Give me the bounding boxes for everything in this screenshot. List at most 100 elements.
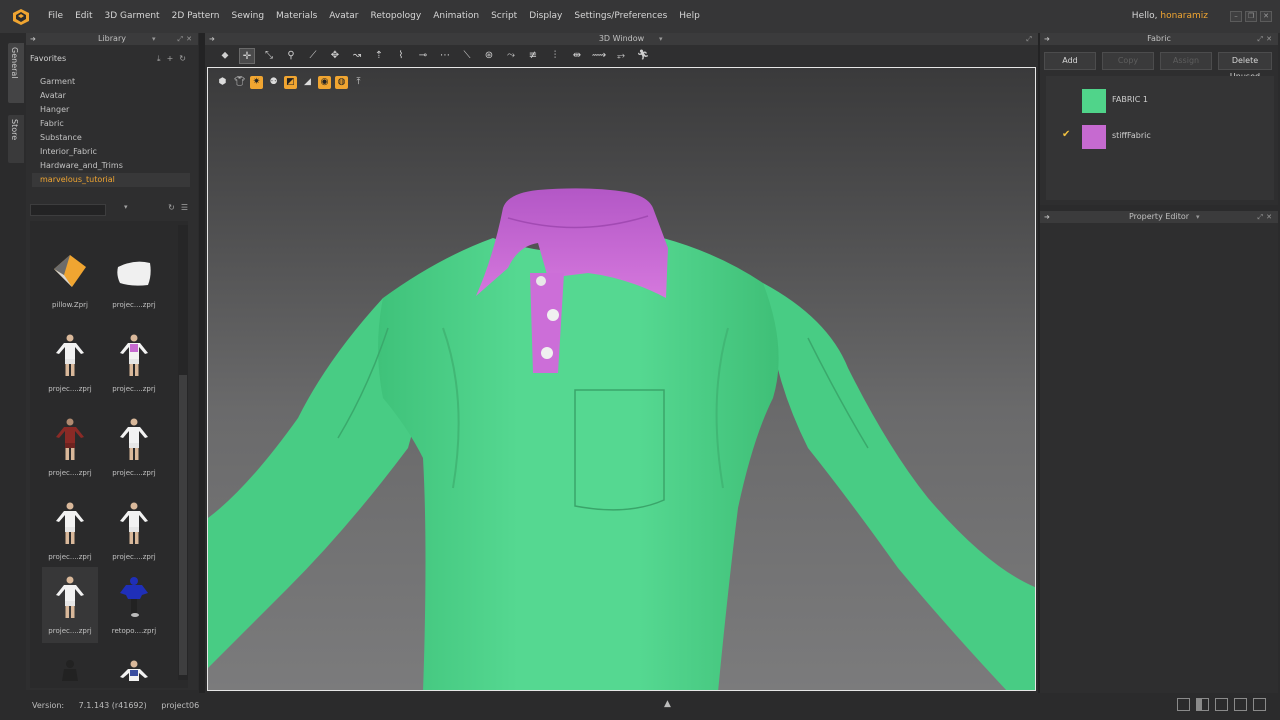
fabric-item[interactable]: ✔ stiffFabric bbox=[1046, 122, 1274, 152]
favorite-item[interactable]: Hanger bbox=[32, 103, 190, 117]
line-tool-icon[interactable]: ⟍ bbox=[459, 48, 475, 64]
delete-unused-button[interactable]: Delete Unused bbox=[1218, 52, 1272, 81]
add-fabric-button[interactable]: Add bbox=[1044, 52, 1096, 70]
panel-controls-icon[interactable]: ⤢✕ bbox=[1258, 33, 1275, 45]
library-file-tile-selected[interactable]: projec....zprj bbox=[42, 567, 98, 643]
minimize-icon[interactable]: – bbox=[1230, 11, 1242, 22]
library-file-tile[interactable]: projec....zprj bbox=[106, 409, 162, 485]
layout-single-icon[interactable] bbox=[1177, 698, 1190, 711]
favorite-item[interactable]: Avatar bbox=[32, 89, 190, 103]
zipper-icon[interactable]: ≢ bbox=[525, 48, 541, 64]
library-file-tile[interactable]: projec....zprj bbox=[42, 493, 98, 569]
garment-render bbox=[208, 188, 1035, 690]
expand-up-icon[interactable]: ▲ bbox=[664, 699, 671, 709]
select-mesh-icon[interactable]: ⤡ bbox=[261, 48, 277, 64]
user-greeting: Hello, honaramiz bbox=[1132, 0, 1208, 33]
tack-icon[interactable]: ⊸ bbox=[415, 48, 431, 64]
arrange-icon[interactable]: ⇡ bbox=[371, 48, 387, 64]
assign-fabric-button[interactable]: Assign bbox=[1160, 52, 1212, 70]
favorite-item-selected[interactable]: marvelous_tutorial bbox=[32, 173, 190, 187]
panel-controls-icon[interactable]: ⤢✕ bbox=[1258, 211, 1275, 223]
file-name: projec....zprj bbox=[112, 469, 156, 477]
symmetry-icon[interactable]: ⇹ bbox=[569, 48, 585, 64]
close-icon[interactable]: ✕ bbox=[1260, 11, 1272, 22]
library-search-input[interactable] bbox=[30, 204, 106, 216]
pin-icon[interactable]: ➜ bbox=[30, 33, 36, 45]
library-scrollbar[interactable] bbox=[178, 225, 188, 680]
select-move-icon[interactable]: ⬥ bbox=[217, 48, 233, 64]
chevron-down-icon[interactable]: ▾ bbox=[659, 33, 663, 45]
piping-icon[interactable]: ⟿ bbox=[591, 48, 607, 64]
favorite-item[interactable]: Interior_Fabric bbox=[32, 145, 190, 159]
library-file-tile[interactable]: projec....zprj bbox=[106, 493, 162, 569]
layout-split-icon[interactable] bbox=[1196, 698, 1209, 711]
scrollbar-thumb[interactable] bbox=[179, 375, 187, 675]
pose-icon[interactable]: 🏃︎ bbox=[635, 48, 651, 64]
chevron-down-icon[interactable]: ▾ bbox=[124, 203, 128, 211]
panel-controls-icon[interactable]: ⤢ bbox=[1026, 33, 1035, 45]
library-file-tile[interactable]: projec....zprj bbox=[106, 241, 162, 317]
menu-help[interactable]: Help bbox=[673, 0, 706, 33]
library-file-tile[interactable]: projec....zprj bbox=[42, 325, 98, 401]
copy-fabric-button[interactable]: Copy bbox=[1102, 52, 1154, 70]
library-file-tile[interactable]: pillow.Zprj bbox=[42, 241, 98, 317]
favorite-item[interactable]: Substance bbox=[32, 131, 190, 145]
favorite-item[interactable]: Hardware_and_Trims bbox=[32, 159, 190, 173]
menu-display[interactable]: Display bbox=[523, 0, 568, 33]
garment-tool-icon[interactable]: ✥ bbox=[327, 48, 343, 64]
library-file-tile[interactable] bbox=[42, 651, 98, 688]
favorite-item[interactable]: Garment bbox=[32, 75, 190, 89]
library-file-tile[interactable]: projec....zprj bbox=[106, 325, 162, 401]
fabric-item[interactable]: FABRIC 1 bbox=[1046, 86, 1274, 116]
menu-script[interactable]: Script bbox=[485, 0, 523, 33]
menu-animation[interactable]: Animation bbox=[427, 0, 485, 33]
segment-icon[interactable]: ⌇ bbox=[393, 48, 409, 64]
pin-icon[interactable]: ➜ bbox=[1044, 211, 1050, 223]
library-file-tile[interactable] bbox=[106, 651, 162, 688]
pillow-thumbnail bbox=[54, 255, 86, 287]
pin-icon[interactable]: ➜ bbox=[1044, 33, 1050, 45]
username-link[interactable]: honaramiz bbox=[1160, 11, 1208, 21]
favorite-item[interactable]: Fabric bbox=[32, 117, 190, 131]
menu-settings[interactable]: Settings/Preferences bbox=[568, 0, 673, 33]
menu-edit[interactable]: Edit bbox=[69, 0, 98, 33]
app-logo-icon[interactable] bbox=[12, 8, 30, 26]
trim-icon[interactable]: ⥅ bbox=[613, 48, 629, 64]
layout-double-icon[interactable] bbox=[1215, 698, 1228, 711]
library-header: ➜ Library ▾ ⤢✕ bbox=[26, 33, 198, 45]
tab-store[interactable]: Store bbox=[8, 115, 24, 163]
favorites-actions-icon[interactable]: ⤓+↻ bbox=[157, 51, 192, 67]
fabric-swatch bbox=[1082, 125, 1106, 149]
menu-2d-pattern[interactable]: 2D Pattern bbox=[166, 0, 226, 33]
avatar-thumbnail bbox=[56, 418, 84, 460]
menu-avatar[interactable]: Avatar bbox=[323, 0, 364, 33]
panel-controls-icon[interactable]: ⤢✕ bbox=[178, 33, 195, 45]
shirt-button bbox=[541, 347, 553, 359]
menu-sewing[interactable]: Sewing bbox=[226, 0, 271, 33]
tab-general[interactable]: General bbox=[8, 43, 24, 103]
restore-icon[interactable]: ❐ bbox=[1245, 11, 1257, 22]
chevron-down-icon[interactable]: ▾ bbox=[1196, 211, 1200, 223]
layout-quad-icon[interactable] bbox=[1234, 698, 1247, 711]
pin-tool-icon[interactable]: ⚲ bbox=[283, 48, 299, 64]
menu-file[interactable]: File bbox=[42, 0, 69, 33]
shirt-button bbox=[536, 276, 546, 286]
property-editor-title: Property Editor bbox=[1128, 212, 1190, 221]
fold-icon[interactable]: ↝ bbox=[349, 48, 365, 64]
library-file-tile[interactable]: projec....zprj bbox=[42, 409, 98, 485]
measure-icon[interactable]: ⟋ bbox=[305, 48, 321, 64]
viewport-3d[interactable]: ⬢ 👕︎ ✷ ⚉ ◩ ◢ ◉ ◍ ⤒ bbox=[207, 67, 1036, 691]
layout-multi-icon[interactable] bbox=[1253, 698, 1266, 711]
stitch-icon[interactable]: ⋯ bbox=[437, 48, 453, 64]
library-file-tile[interactable]: retopo....zprj bbox=[106, 567, 162, 643]
pin-icon[interactable]: ➜ bbox=[209, 33, 215, 45]
transform-icon[interactable]: ✛ bbox=[239, 47, 255, 64]
puckering-icon[interactable]: ⫶ bbox=[547, 48, 563, 64]
menu-retopology[interactable]: Retopology bbox=[365, 0, 428, 33]
button-tool-icon[interactable]: ⊛ bbox=[481, 48, 497, 64]
menu-3d-garment[interactable]: 3D Garment bbox=[99, 0, 166, 33]
topstitch-icon[interactable]: ⤳ bbox=[503, 48, 519, 64]
menu-materials[interactable]: Materials bbox=[270, 0, 323, 33]
chevron-down-icon[interactable]: ▾ bbox=[152, 33, 156, 45]
refresh-list-icon[interactable]: ↻☰ bbox=[168, 203, 194, 212]
